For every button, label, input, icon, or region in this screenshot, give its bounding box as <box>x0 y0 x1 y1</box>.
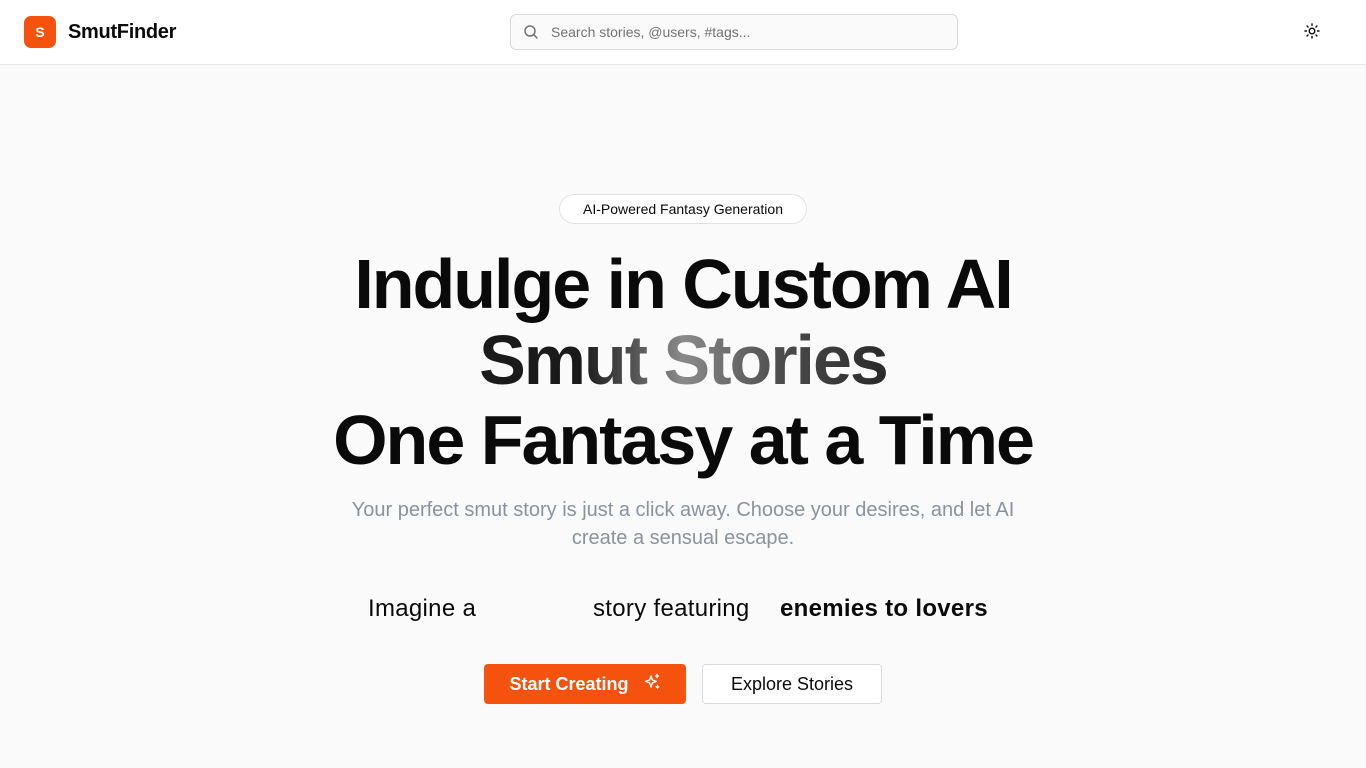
logo-letter: S <box>35 24 45 40</box>
brand-name[interactable]: SmutFinder <box>68 19 176 45</box>
headline-line-1: Indulge in Custom AI <box>354 245 1013 323</box>
imagine-middle: story featuring <box>593 595 750 622</box>
headline-line-3: One Fantasy at a Time <box>333 401 1035 479</box>
sun-icon <box>1304 22 1320 42</box>
imagine-prefix: Imagine a <box>368 595 477 622</box>
sparkles-icon <box>643 673 661 696</box>
top-navbar: S SmutFinder <box>0 0 1366 65</box>
search-icon <box>523 24 539 40</box>
search-input[interactable] <box>551 15 951 49</box>
start-creating-label: Start Creating <box>509 673 629 694</box>
imagine-sentence: Imagine a story featuring enemies to lov… <box>0 592 1366 626</box>
feature-badge: AI-Powered Fantasy Generation <box>559 194 807 224</box>
start-creating-button[interactable]: Start Creating <box>484 664 686 704</box>
imagine-trope: enemies to lovers <box>780 595 988 622</box>
logo-mark[interactable]: S <box>24 16 56 48</box>
headline-highlight: Smut Stories <box>479 321 889 399</box>
headline-line-2: Smut Stories <box>0 322 1366 398</box>
search-bar[interactable] <box>510 14 958 50</box>
hero-headline: Indulge in Custom AI Smut Stories One Fa… <box>0 246 1366 478</box>
theme-toggle-button[interactable] <box>1296 16 1328 48</box>
hero-subtitle: Your perfect smut story is just a click … <box>351 499 1015 549</box>
explore-stories-button[interactable]: Explore Stories <box>702 664 882 704</box>
